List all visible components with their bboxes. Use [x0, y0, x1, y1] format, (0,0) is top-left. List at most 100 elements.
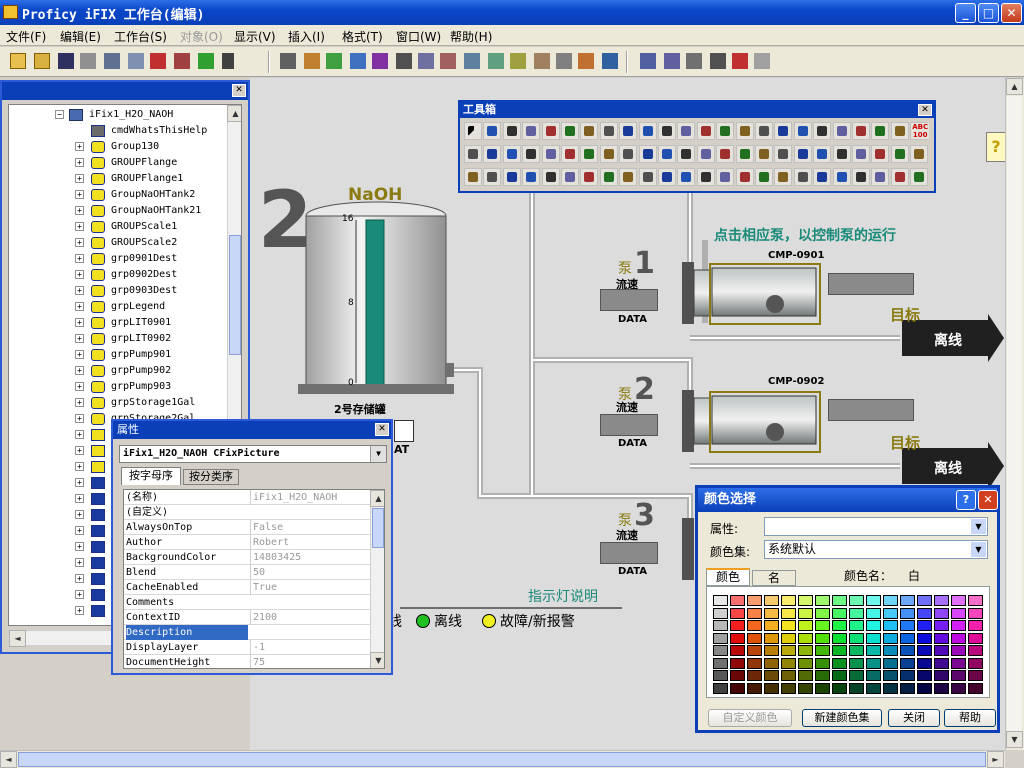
color-swatch[interactable] [849, 682, 864, 694]
color-swatch[interactable] [849, 670, 864, 681]
color-swatch[interactable] [730, 607, 745, 619]
color-swatch[interactable] [951, 595, 966, 606]
expand-icon[interactable]: + [75, 574, 84, 583]
colorset-select[interactable]: 系统默认 ▼ [764, 540, 988, 559]
color-swatch[interactable] [866, 595, 881, 606]
color-swatch[interactable] [764, 607, 779, 619]
color-swatch[interactable] [815, 645, 830, 656]
color-swatch[interactable] [917, 607, 932, 619]
toolbox-tool-button[interactable] [658, 122, 676, 140]
expand-icon[interactable]: + [75, 366, 84, 375]
expand-icon[interactable]: + [75, 238, 84, 247]
print-preview-icon[interactable] [104, 53, 120, 69]
minimize-button[interactable]: _ [955, 3, 976, 23]
property-value[interactable]: 50 [250, 565, 368, 580]
color-swatch[interactable] [713, 682, 728, 694]
color-swatch[interactable] [832, 657, 847, 669]
property-row[interactable]: Blend 50 [124, 565, 370, 580]
color-swatch[interactable] [968, 620, 983, 631]
color-swatch[interactable] [849, 645, 864, 656]
color-swatch[interactable] [866, 607, 881, 619]
color-swatch[interactable] [713, 632, 728, 644]
toolbox-tool-button[interactable] [871, 168, 890, 186]
color-swatch[interactable] [968, 645, 983, 656]
scroll-right-icon[interactable]: ► [987, 751, 1004, 768]
open-icon[interactable] [10, 53, 26, 69]
color-swatch[interactable] [832, 670, 847, 681]
color-swatch[interactable] [866, 670, 881, 681]
toolbox-tool-button[interactable] [522, 168, 541, 186]
toolbox-tool-button[interactable] [755, 145, 773, 163]
property-vscroll[interactable]: ▲ ▼ [370, 490, 384, 668]
color-swatch[interactable] [798, 645, 813, 656]
toolbox-tool-button[interactable] [735, 145, 754, 163]
toolbox-tool-button[interactable] [619, 145, 638, 163]
color-swatch[interactable] [781, 670, 796, 681]
tab-name[interactable]: 名 [752, 570, 796, 586]
toolbox-tool-button[interactable] [910, 145, 929, 163]
canvas-vscroll-track[interactable] [1007, 96, 1022, 746]
color-swatch[interactable] [764, 657, 779, 669]
toolbox-tool-button[interactable] [599, 168, 618, 186]
close-dialog-button[interactable]: 关闭 [888, 709, 940, 727]
toolbox-tool-button[interactable] [871, 122, 890, 140]
scroll-up-icon[interactable]: ▲ [370, 490, 384, 507]
color-swatch[interactable] [781, 682, 796, 694]
color-swatch[interactable] [883, 670, 898, 681]
menu-workbench[interactable]: 工作台(S) [114, 28, 167, 45]
color-swatch[interactable] [815, 620, 830, 631]
bucket-icon[interactable] [304, 53, 320, 69]
database-icon[interactable] [174, 53, 190, 69]
color-swatch[interactable] [713, 607, 728, 619]
color-swatch[interactable] [815, 670, 830, 681]
toolbox-tool-button[interactable] [696, 145, 715, 163]
color-swatch[interactable] [968, 657, 983, 669]
menu-edit[interactable]: 编辑(E) [60, 28, 101, 45]
color-swatch[interactable] [900, 620, 915, 631]
property-row[interactable]: (名称) iFix1_H2O_NAOH [124, 490, 370, 505]
color-swatch[interactable] [968, 607, 983, 619]
color-swatch[interactable] [747, 620, 762, 631]
menu-format[interactable]: 格式(T) [342, 28, 383, 45]
tree-close-button[interactable]: ✕ [232, 84, 246, 97]
property-select[interactable]: ▼ [764, 517, 988, 536]
color-swatch[interactable] [798, 607, 813, 619]
tree-scroll-thumb[interactable] [229, 235, 241, 355]
toolbox-tool-button[interactable] [541, 145, 560, 163]
pencil-icon[interactable] [222, 53, 234, 69]
color-swatch[interactable] [798, 632, 813, 644]
toolbox-tool-button[interactable] [774, 145, 793, 163]
arrow-icon[interactable] [556, 53, 572, 69]
toolbox-tool-button[interactable] [813, 168, 832, 186]
toolbox-tool-button[interactable] [793, 145, 812, 163]
properties-close-button[interactable]: ✕ [375, 423, 389, 436]
canvas-hscroll-thumb[interactable] [18, 752, 986, 767]
expand-icon[interactable]: + [75, 590, 84, 599]
scroll-up-icon[interactable]: ▲ [227, 105, 241, 122]
menu-view[interactable]: 显示(V) [234, 28, 276, 45]
color-swatch[interactable] [900, 632, 915, 644]
chart-icon[interactable] [326, 53, 342, 69]
toolbox-tool-button[interactable] [580, 122, 599, 140]
color-swatch[interactable] [730, 620, 745, 631]
expand-icon[interactable]: + [75, 190, 84, 199]
toolbox-tool-button[interactable] [619, 122, 638, 140]
color-swatch[interactable] [917, 620, 932, 631]
color-swatch[interactable] [900, 670, 915, 681]
color-swatch[interactable] [713, 595, 728, 606]
color-swatch[interactable] [883, 620, 898, 631]
menu-insert[interactable]: 插入(I) [288, 28, 325, 45]
expand-icon[interactable]: + [75, 334, 84, 343]
menu-window[interactable]: 窗口(W) [396, 28, 441, 45]
toolbox-tool-button[interactable] [541, 122, 560, 140]
toolbox-tool-button[interactable] [755, 168, 773, 186]
property-row[interactable]: AlwaysOnTop False [124, 520, 370, 535]
toolbox-tool-button[interactable] [871, 145, 890, 163]
color-swatch[interactable] [747, 645, 762, 656]
color-swatch[interactable] [764, 645, 779, 656]
help-dialog-button[interactable]: 帮助 [944, 709, 996, 727]
toolbox-tool-button[interactable] [580, 145, 599, 163]
color-swatch[interactable] [781, 645, 796, 656]
expand-icon[interactable]: + [75, 478, 84, 487]
color-swatch[interactable] [713, 645, 728, 656]
